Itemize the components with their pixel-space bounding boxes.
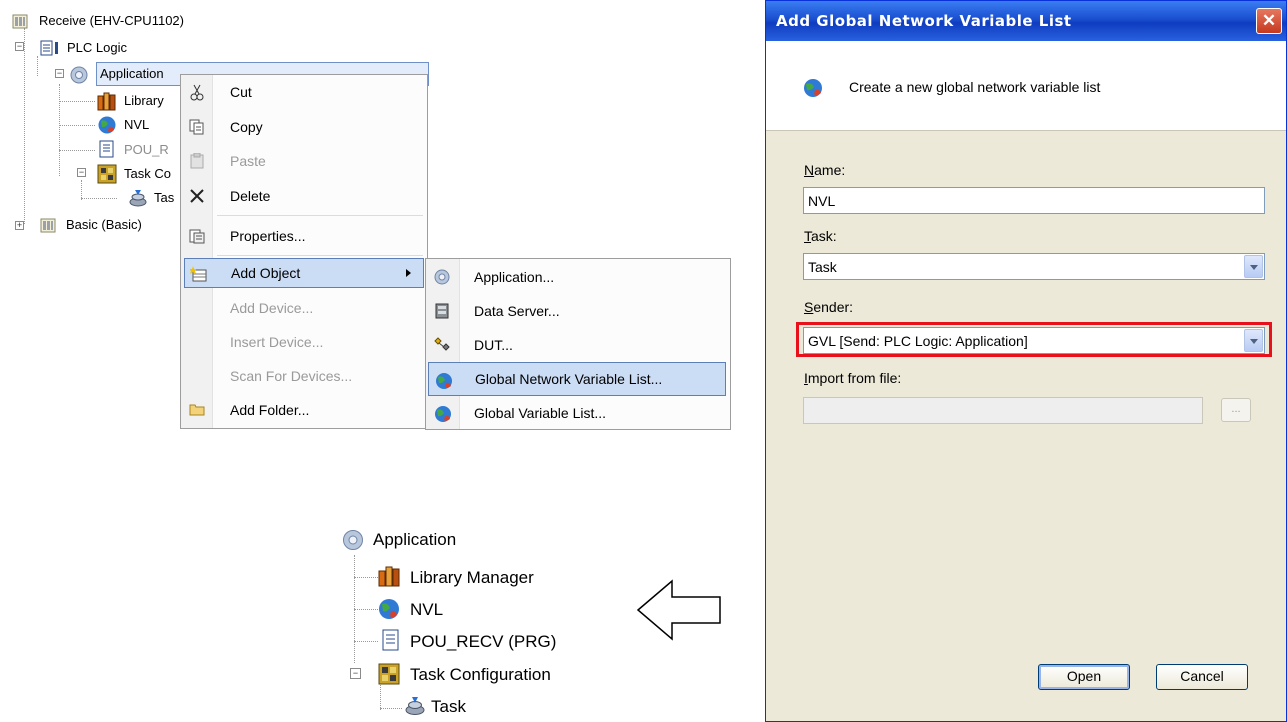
task-config-icon [97,164,117,184]
tree-item-nvl[interactable]: NVL [124,114,149,136]
menu-item-insert-device[interactable]: Insert Device... [181,327,427,357]
copy-icon [189,119,205,135]
menu-item-add-device[interactable]: Add Device... [181,293,427,323]
folder-icon [189,402,205,418]
open-button[interactable]: Open [1038,664,1130,690]
tree-item-basic[interactable]: Basic (Basic) [66,214,142,236]
menu-item-properties[interactable]: Properties... [181,221,427,251]
dut-icon [434,337,450,353]
dialog-header-text: Create a new global network variable lis… [849,79,1101,95]
import-label: Import from file: [804,370,902,386]
tree-item-application[interactable]: Application [100,63,164,85]
tree-item-plc-logic[interactable]: PLC Logic [67,37,127,59]
result-item-task-configuration: Task Configuration [410,665,551,684]
tree-item-task[interactable]: Tas [154,187,174,209]
controller-icon [12,13,28,29]
menu-item-paste[interactable]: Paste [181,146,427,176]
import-file-field[interactable] [803,397,1203,424]
globe-icon [97,115,117,135]
expand-toggle[interactable]: + [15,221,24,230]
task-icon [128,188,148,208]
result-item-nvl: NVL [410,600,444,619]
name-label: Name: [804,162,846,178]
paste-icon [189,152,205,169]
task-select[interactable]: Task [803,253,1265,280]
globe-icon [434,405,451,422]
properties-icon [189,228,205,244]
task-label: Task: [804,228,837,244]
submenu-item-global-network-variable-list[interactable]: Global Network Variable List... [428,362,726,396]
tree-item-task-configuration[interactable]: Task Co [124,163,171,185]
menu-item-cut[interactable]: Cut [181,77,427,107]
tree-item-library[interactable]: Library [124,90,164,112]
controller-icon [40,217,56,233]
submenu-item-application[interactable]: Application... [426,260,730,294]
submenu-item-dut[interactable]: DUT... [426,328,730,362]
tree-connector [81,180,82,200]
task-config-icon [378,663,400,685]
data-server-icon [434,303,450,319]
gear-icon [434,269,450,285]
dialog-header: Create a new global network variable lis… [766,41,1286,131]
scissors-icon [189,84,205,101]
context-menu: Cut Copy Paste Delete Properties... Add … [180,74,428,429]
tree-connector [59,84,60,176]
result-tree: Application Library Manager NVL POU_RECV… [330,525,630,722]
globe-icon [378,598,400,620]
menu-item-copy[interactable]: Copy [181,112,427,142]
pou-icon [382,629,404,651]
tree-connector [24,28,25,224]
task-icon [404,695,426,717]
dialog-title: Add Global Network Variable List [776,12,1072,30]
delete-icon [189,188,205,204]
menu-item-delete[interactable]: Delete [181,181,427,211]
chevron-down-icon[interactable] [1244,255,1263,278]
add-object-submenu: Application... Data Server... DUT... Glo… [425,258,731,430]
menu-item-add-object[interactable]: Add Object [184,258,424,288]
sender-highlight-annotation [796,322,1272,357]
browse-button[interactable]: ... [1221,398,1251,422]
collapse-toggle[interactable]: − [77,168,86,177]
cancel-button[interactable]: Cancel [1156,664,1248,690]
result-item-pou: POU_RECV (PRG) [410,632,557,651]
collapse-toggle[interactable]: − [15,42,24,51]
result-item-library-manager: Library Manager [410,568,534,587]
gear-icon [342,529,364,551]
tree-item-pou[interactable]: POU_R [124,139,169,161]
submenu-item-global-variable-list[interactable]: Global Variable List... [426,396,730,430]
menu-separator [217,215,423,216]
collapse-toggle[interactable]: − [55,69,64,78]
close-button[interactable]: ✕ [1256,8,1282,34]
sender-label: Sender: [804,299,854,315]
dialog-titlebar[interactable]: Add Global Network Variable List ✕ [766,1,1286,41]
left-arrow-icon [636,579,721,641]
submenu-item-data-server[interactable]: Data Server... [426,294,730,328]
library-icon [97,91,117,111]
name-field[interactable]: NVL [803,187,1265,214]
result-item-task: Task [431,697,466,716]
add-gnvl-dialog: Add Global Network Variable List ✕ Creat… [765,0,1287,722]
menu-item-add-folder[interactable]: Add Folder... [181,395,427,425]
tree-item-receive[interactable]: Receive (EHV-CPU1102) [39,10,184,32]
tree-connector [37,56,38,76]
add-object-icon [189,266,207,282]
globe-icon [803,78,823,98]
library-icon [378,565,400,587]
plc-logic-icon [40,40,58,56]
submenu-arrow-icon [406,269,411,277]
globe-icon [435,372,452,389]
menu-item-scan-for-devices[interactable]: Scan For Devices... [181,361,427,391]
pou-icon [99,140,115,158]
result-item-application: Application [373,530,457,549]
menu-separator [217,255,423,256]
gear-icon [69,65,89,85]
collapse-toggle: − [350,668,361,679]
